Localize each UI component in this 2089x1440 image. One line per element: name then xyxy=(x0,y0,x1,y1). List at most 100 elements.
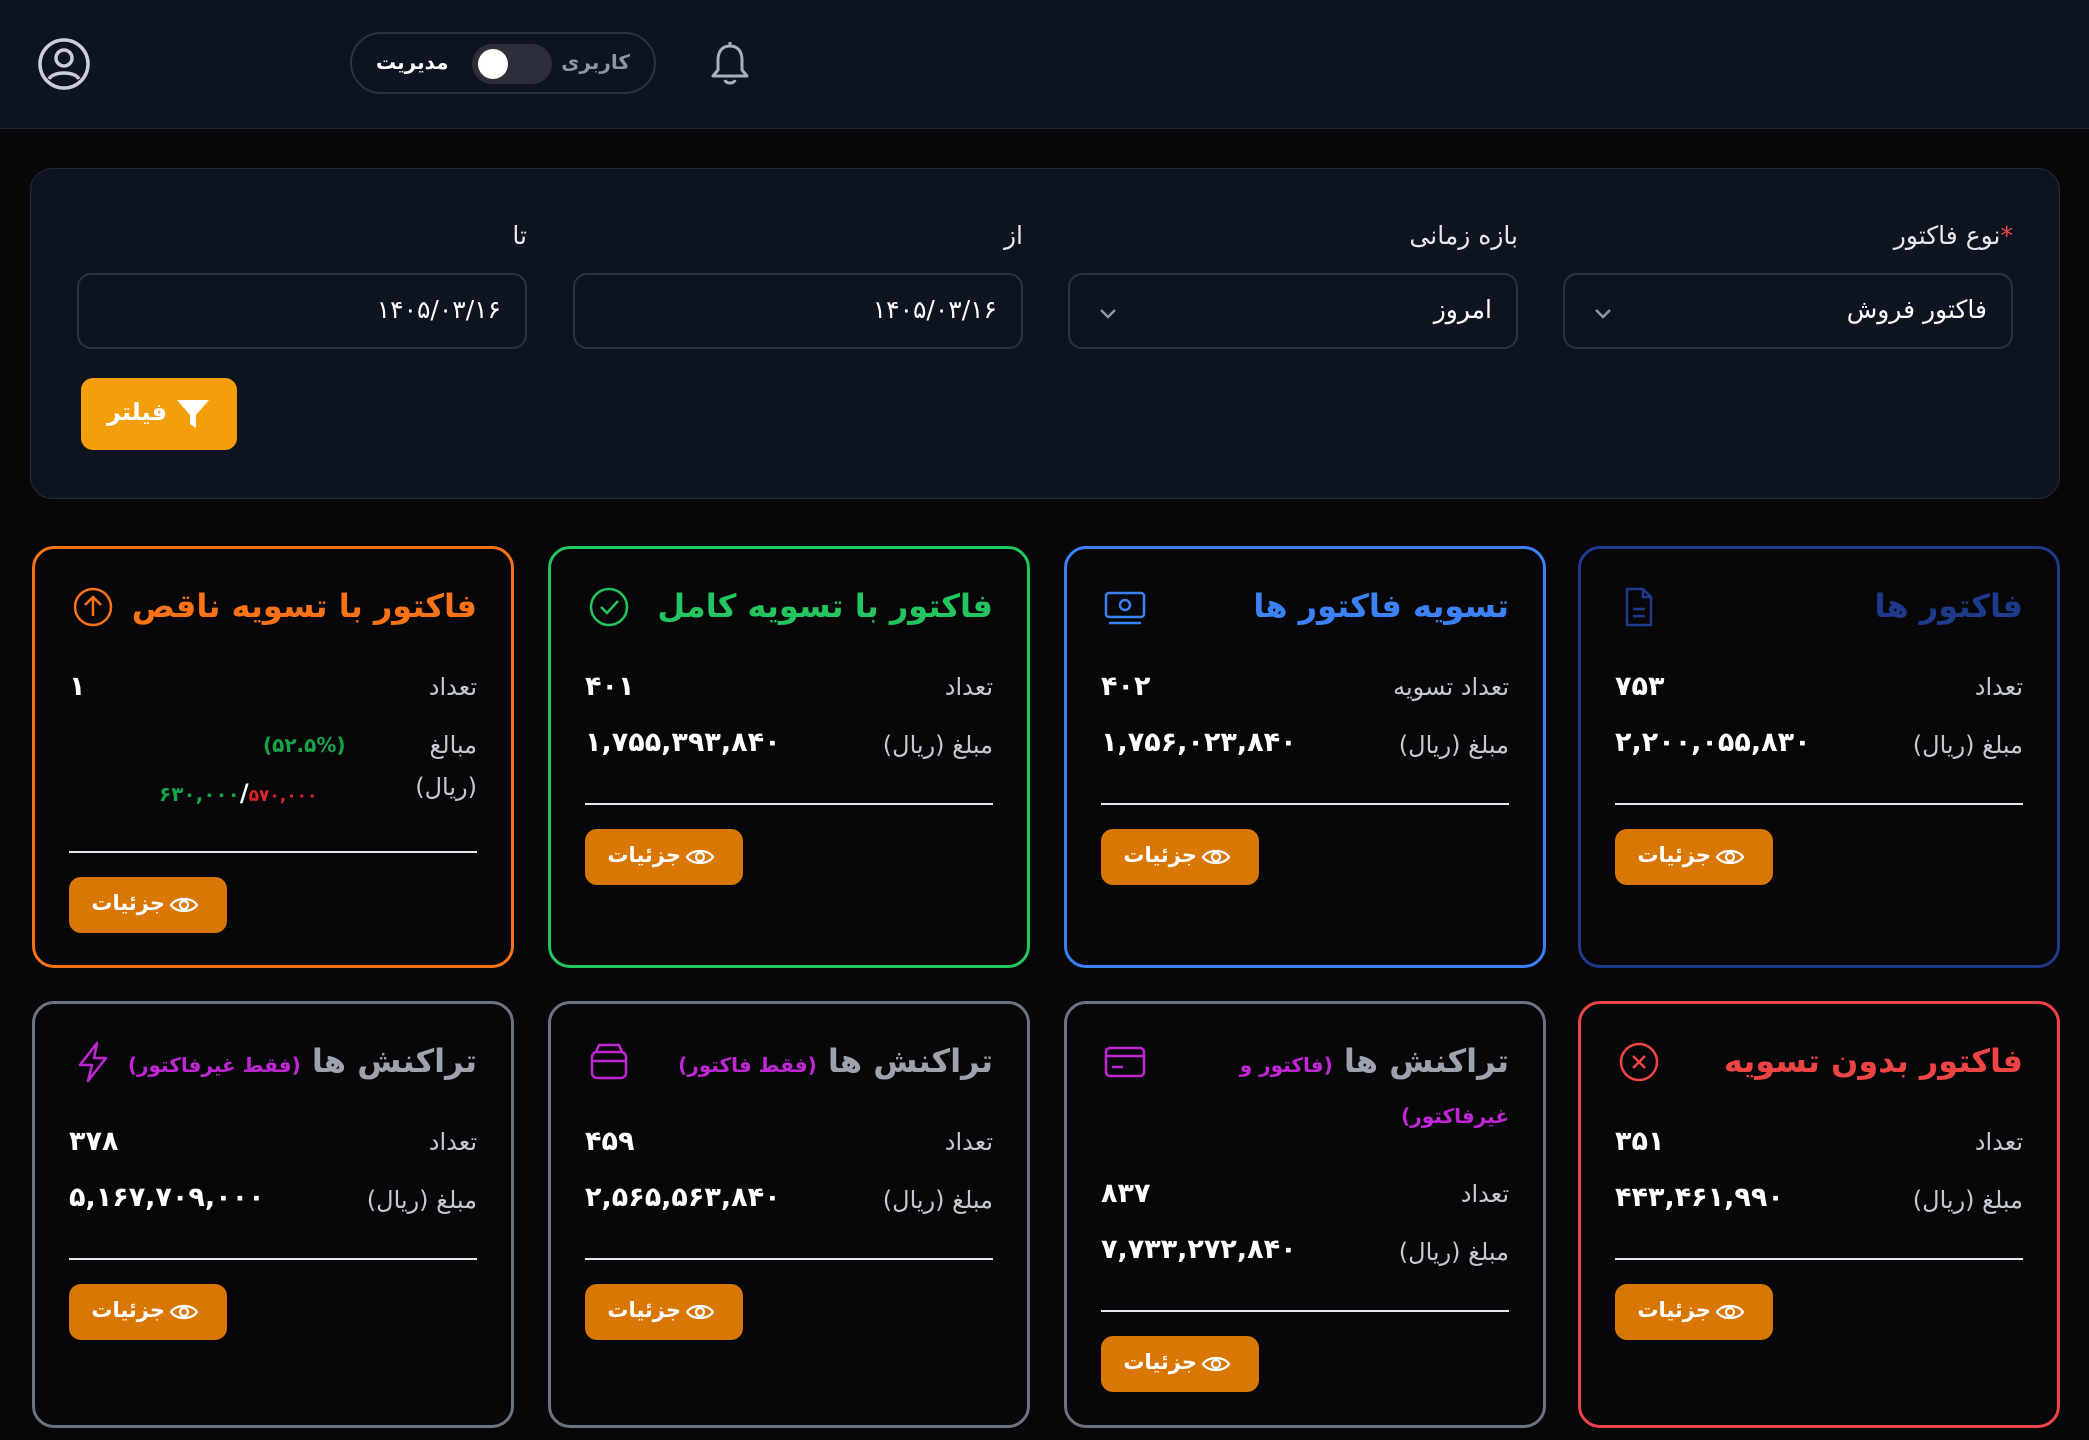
card-subtitle: (فقط فاکتور) xyxy=(678,1053,817,1077)
eye-icon xyxy=(1201,849,1231,865)
amount-value: ۲,۵۶۵,۵۶۳,۸۴۰ xyxy=(585,1182,781,1213)
divider xyxy=(69,851,477,853)
range-select[interactable]: امروز xyxy=(1068,273,1518,349)
amount-unit-label: (ریال) xyxy=(415,773,477,801)
to-label: تا xyxy=(512,221,527,250)
card-tx-non-invoice: تراکنش ها (فقط غیرفاکتور) تعداد ۳۷۸ مبلغ… xyxy=(32,1001,514,1428)
document-icon xyxy=(1625,587,1653,627)
details-button[interactable]: جزئیات xyxy=(1615,829,1773,885)
filter-panel: *نوع فاکتور فاکتور فروش بازه زمانی امروز… xyxy=(30,168,2060,499)
card-subtitle: (فاکتور و xyxy=(1239,1053,1333,1077)
bell-icon[interactable] xyxy=(708,40,752,88)
count-label: تعداد xyxy=(1460,1180,1509,1208)
eye-icon xyxy=(1715,1304,1745,1320)
card-unsettled: فاکتور بدون تسویه تعداد ۳۵۱ مبلغ (ریال) … xyxy=(1578,1001,2060,1428)
x-circle-icon xyxy=(1619,1042,1659,1082)
from-date-input[interactable]: ۱۴۰۵/۰۳/۱۶ xyxy=(573,273,1023,349)
range-label: بازه زمانی xyxy=(1409,221,1518,250)
card-subtitle: (فقط غیرفاکتور) xyxy=(127,1053,301,1077)
details-label: جزئیات xyxy=(1637,843,1711,867)
amount-label: مبلغ (ریال) xyxy=(882,731,993,759)
amount-value: ۴۴۳,۴۶۱,۹۹۰ xyxy=(1615,1182,1784,1213)
details-label: جزئیات xyxy=(607,1298,681,1322)
eye-icon xyxy=(169,897,199,913)
amount-pair: ۶۳۰,۰۰۰/۵۷۰,۰۰۰ xyxy=(159,779,317,807)
invoice-type-select[interactable]: فاکتور فروش xyxy=(1563,273,2013,349)
card-tx-invoice: تراکنش ها (فقط فاکتور) تعداد ۴۵۹ مبلغ (ر… xyxy=(548,1001,1030,1428)
details-button[interactable]: جزئیات xyxy=(1101,829,1259,885)
amount-label: مبلغ (ریال) xyxy=(1398,1238,1509,1266)
details-label: جزئیات xyxy=(1637,1298,1711,1322)
amount-label: مبلغ (ریال) xyxy=(366,1186,477,1214)
amount-label: مبلغ (ریال) xyxy=(1912,731,2023,759)
lightning-icon xyxy=(78,1041,108,1083)
required-mark: * xyxy=(2000,221,2014,250)
card-partial-settled: فاکتور با تسویه ناقص تعداد ۱ مبالغ (ریال… xyxy=(32,546,514,968)
mode-switch[interactable] xyxy=(472,44,552,84)
card-subtitle-line-2: غیرفاکتور) xyxy=(1401,1104,1509,1128)
card-title: فاکتور ها xyxy=(1874,587,2023,625)
eye-icon xyxy=(685,849,715,865)
mode-toggle[interactable]: مدیریت کاربری xyxy=(350,32,656,94)
amount-label: مبالغ xyxy=(429,731,478,759)
count-value: ۸۳۷ xyxy=(1101,1178,1151,1209)
amount-label: مبلغ (ریال) xyxy=(1398,731,1509,759)
percent-value: (۵۲.۵%) xyxy=(263,733,346,757)
to-date-input[interactable]: ۱۴۰۵/۰۳/۱۶ xyxy=(77,273,527,349)
check-circle-icon xyxy=(589,587,629,627)
total-value: ۵۷۰,۰۰۰ xyxy=(248,786,318,806)
amount-label: مبلغ (ریال) xyxy=(1912,1186,2023,1214)
count-label: تعداد xyxy=(428,673,477,701)
details-button[interactable]: جزئیات xyxy=(1101,1336,1259,1392)
count-label: تعداد تسویه xyxy=(1393,673,1509,701)
count-value: ۴۵۹ xyxy=(585,1126,635,1157)
count-label: تعداد xyxy=(944,673,993,701)
eye-icon xyxy=(1715,849,1745,865)
details-label: جزئیات xyxy=(91,891,165,915)
divider xyxy=(585,1258,993,1260)
details-button[interactable]: جزئیات xyxy=(585,1284,743,1340)
amount-value: ۷,۷۳۳,۲۷۲,۸۴۰ xyxy=(1101,1234,1297,1265)
switch-knob xyxy=(478,49,508,79)
details-label: جزئیات xyxy=(607,843,681,867)
details-button[interactable]: جزئیات xyxy=(69,877,227,933)
divider xyxy=(1615,1258,2023,1260)
arrow-up-circle-icon xyxy=(73,587,113,627)
chevron-down-icon xyxy=(1100,309,1116,319)
amount-label: مبلغ (ریال) xyxy=(882,1186,993,1214)
mode-user-label: کاربری xyxy=(561,50,630,74)
details-button[interactable]: جزئیات xyxy=(1615,1284,1773,1340)
count-value: ۴۰۱ xyxy=(585,671,635,702)
to-date-value: ۱۴۰۵/۰۳/۱۶ xyxy=(376,295,501,324)
range-value: امروز xyxy=(1433,295,1492,324)
details-button[interactable]: جزئیات xyxy=(69,1284,227,1340)
filter-button[interactable]: فیلتر xyxy=(81,378,237,450)
user-circle-icon[interactable] xyxy=(36,36,92,92)
count-value: ۴۰۲ xyxy=(1101,671,1151,702)
details-button[interactable]: جزئیات xyxy=(585,829,743,885)
separator: / xyxy=(239,779,249,807)
amount-value: ۵,۱۶۷,۷۰۹,۰۰۰ xyxy=(69,1182,265,1213)
details-label: جزئیات xyxy=(91,1298,165,1322)
count-label: تعداد xyxy=(1974,1128,2023,1156)
details-label: جزئیات xyxy=(1123,843,1197,867)
card-full-settled: فاکتور با تسویه کامل تعداد ۴۰۱ مبلغ (ریا… xyxy=(548,546,1030,968)
amount-value: ۱,۷۵۶,۰۲۳,۸۴۰ xyxy=(1101,727,1297,758)
top-bar: مدیریت کاربری xyxy=(0,0,2089,129)
card-title: فاکتور بدون تسویه xyxy=(1723,1042,2023,1080)
funnel-icon xyxy=(177,400,209,428)
chevron-down-icon xyxy=(1595,309,1611,319)
count-label: تعداد xyxy=(1974,673,2023,701)
card-title: تراکنش ها (فقط غیرفاکتور) xyxy=(127,1042,477,1080)
card-title: تسویه فاکتور ها xyxy=(1253,587,1509,625)
eye-icon xyxy=(1201,1356,1231,1372)
divider xyxy=(69,1258,477,1260)
count-value: ۳۵۱ xyxy=(1615,1126,1665,1157)
eye-icon xyxy=(169,1304,199,1320)
paid-value: ۶۳۰,۰۰۰ xyxy=(159,782,240,806)
invoice-type-value: فاکتور فروش xyxy=(1846,295,1987,324)
card-title: تراکنش ها (فاکتور و xyxy=(1239,1042,1509,1080)
invoice-type-label: *نوع فاکتور xyxy=(1893,221,2014,250)
count-label: تعداد xyxy=(944,1128,993,1156)
count-value: ۷۵۳ xyxy=(1615,671,1665,702)
